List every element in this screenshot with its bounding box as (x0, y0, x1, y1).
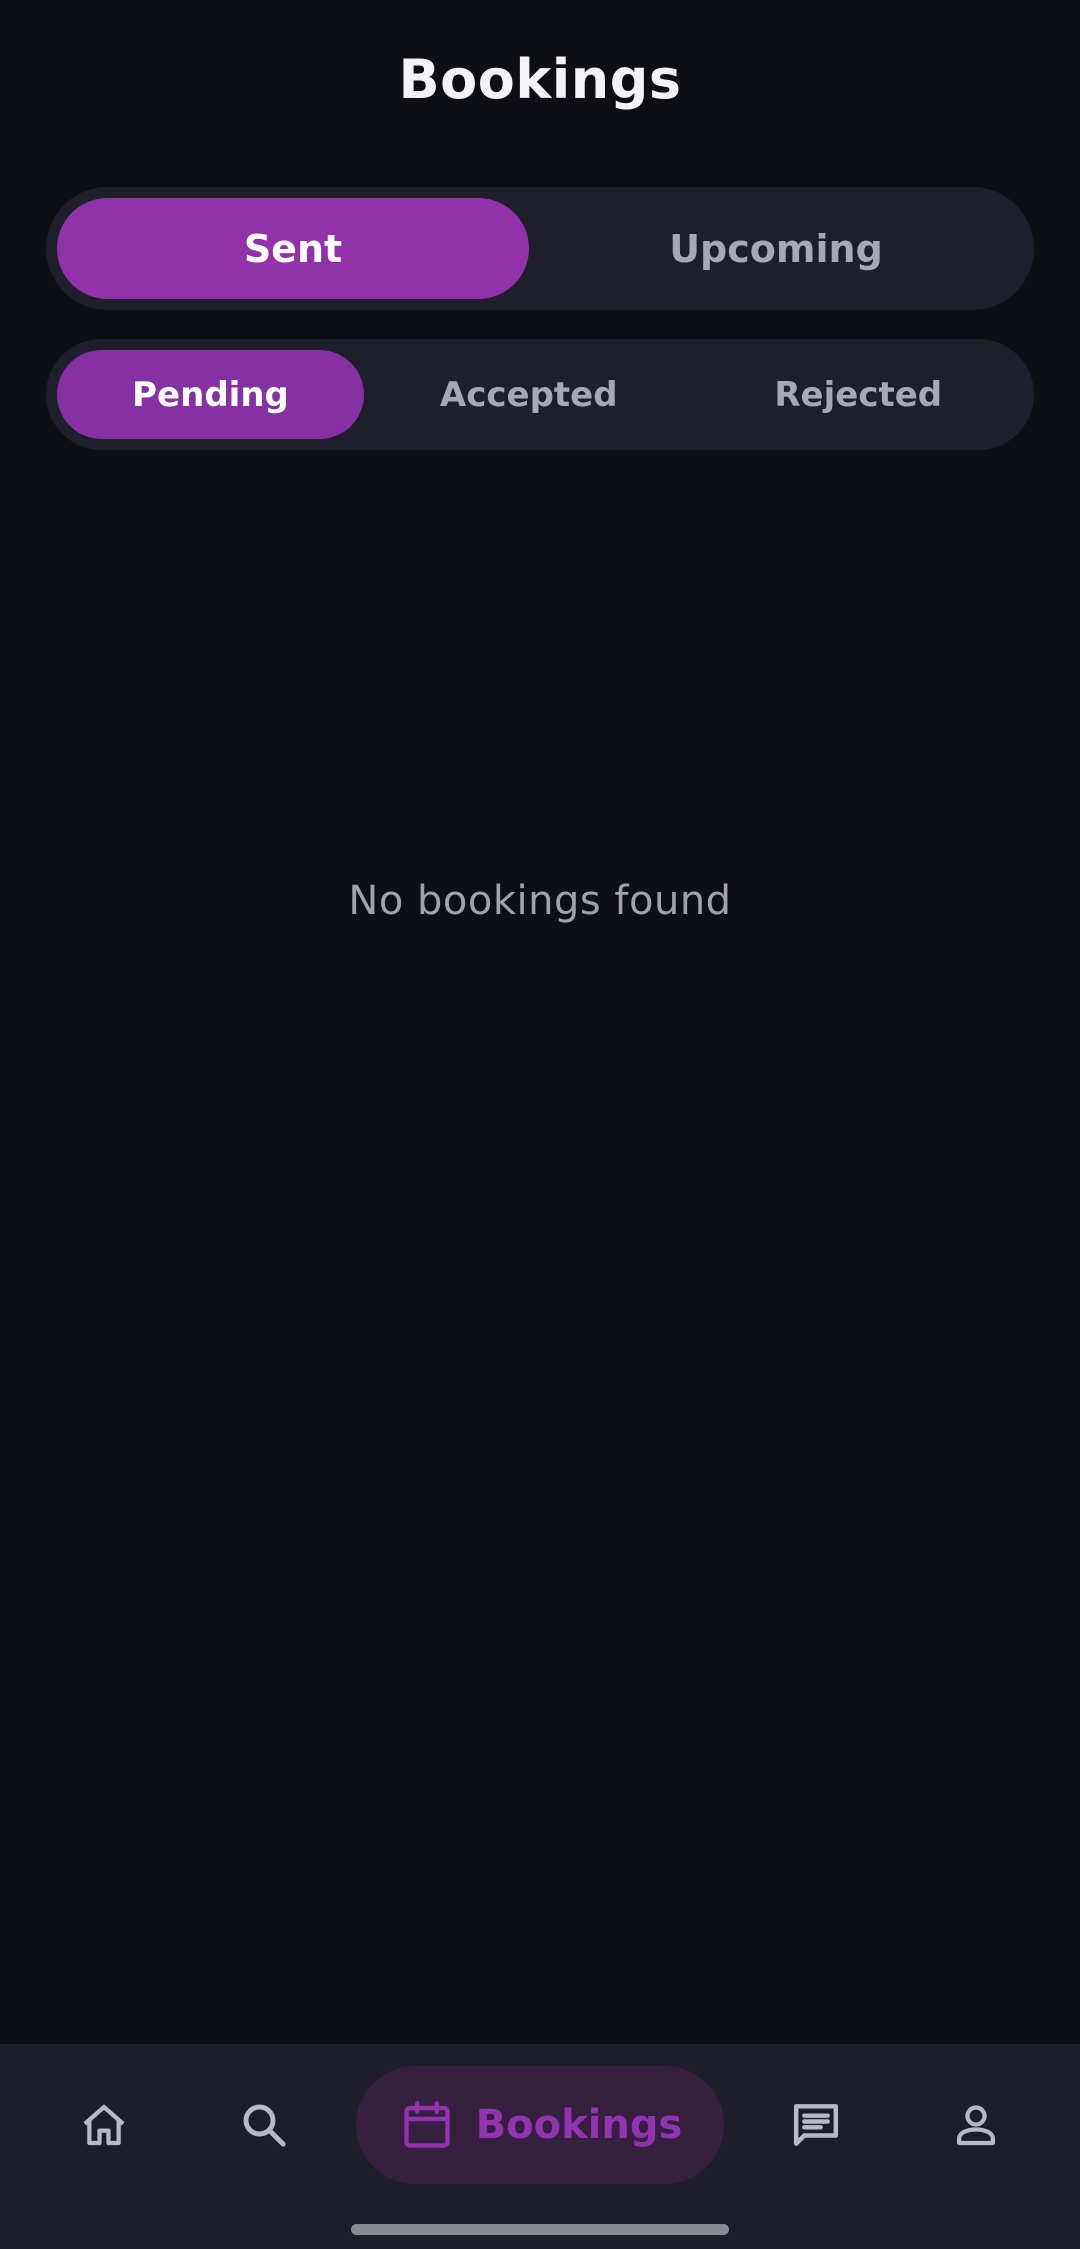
bookings-screen: Bookings Sent Upcoming Pending Accepted … (0, 0, 1080, 2249)
page-title: Bookings (398, 48, 682, 111)
home-icon (77, 2098, 131, 2152)
person-icon (949, 2098, 1003, 2152)
nav-messages-button[interactable] (766, 2066, 866, 2184)
booking-status-tabs: Pending Accepted Rejected (46, 339, 1034, 450)
tab-upcoming[interactable]: Upcoming (529, 198, 1023, 299)
nav-profile-button[interactable] (926, 2066, 1026, 2184)
tab-pending[interactable]: Pending (57, 350, 364, 439)
search-icon (237, 2098, 291, 2152)
tab-accepted[interactable]: Accepted (364, 350, 694, 439)
calendar-icon (398, 2096, 456, 2154)
nav-bookings-button[interactable]: Bookings (356, 2066, 724, 2184)
nav-search-button[interactable] (214, 2066, 314, 2184)
tab-sent[interactable]: Sent (57, 198, 529, 299)
tab-rejected[interactable]: Rejected (694, 350, 1024, 439)
chat-icon (788, 2097, 844, 2153)
home-indicator-bar[interactable] (351, 2224, 729, 2235)
booking-direction-tabs: Sent Upcoming (46, 187, 1034, 310)
bottom-navigation-bar: Bookings (0, 2044, 1080, 2249)
empty-state-message: No bookings found (348, 878, 732, 924)
nav-home-button[interactable] (54, 2066, 154, 2184)
nav-bookings-label: Bookings (475, 2102, 683, 2148)
